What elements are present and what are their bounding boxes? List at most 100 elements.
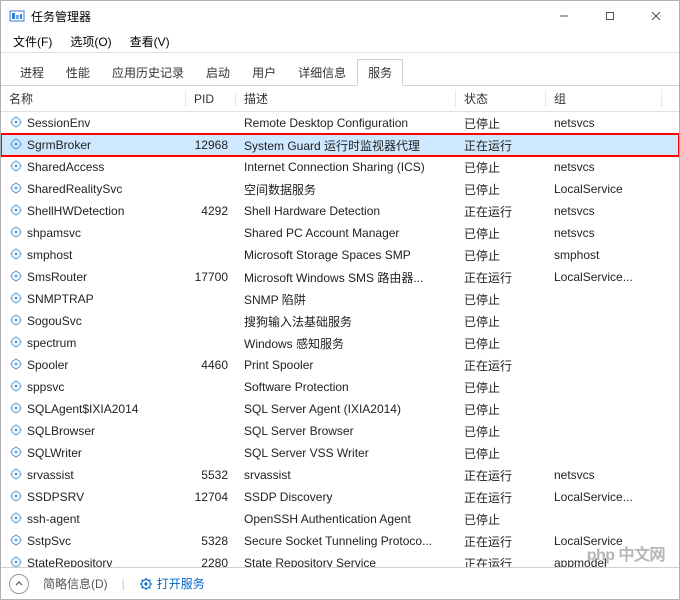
table-row[interactable]: SessionEnvRemote Desktop Configuration已停… (1, 112, 679, 134)
table-row[interactable]: shpamsvcShared PC Account Manager已停止nets… (1, 222, 679, 244)
table-row[interactable]: ssh-agentOpenSSH Authentication Agent已停止 (1, 508, 679, 530)
cell-description: Software Protection (236, 380, 456, 394)
cell-name: ShellHWDetection (1, 203, 186, 220)
table-row[interactable]: ShellHWDetection4292Shell Hardware Detec… (1, 200, 679, 222)
table-row[interactable]: SmsRouter17700Microsoft Windows SMS 路由器.… (1, 266, 679, 288)
column-header-name[interactable]: 名称 (1, 90, 186, 107)
tab-history[interactable]: 应用历史记录 (101, 59, 195, 85)
column-header-description[interactable]: 描述 (236, 90, 456, 107)
maximize-button[interactable] (587, 1, 633, 31)
menubar: 文件(F) 选项(O) 查看(V) (1, 31, 679, 53)
fewer-details-button[interactable] (9, 574, 29, 594)
cell-group: LocalService... (546, 270, 679, 284)
cell-description: Remote Desktop Configuration (236, 116, 456, 130)
cell-status: 正在运行 (456, 203, 546, 220)
cell-group: LocalService... (546, 490, 679, 504)
cell-pid: 12968 (186, 138, 236, 152)
table-row[interactable]: SQLBrowserSQL Server Browser已停止 (1, 420, 679, 442)
table-row[interactable]: SQLWriterSQL Server VSS Writer已停止 (1, 442, 679, 464)
table-row[interactable]: SharedRealitySvc空间数据服务已停止LocalService (1, 178, 679, 200)
cell-pid: 5328 (186, 534, 236, 548)
menu-options[interactable]: 选项(O) (62, 31, 119, 52)
cell-name: SmsRouter (1, 269, 186, 286)
tab-details[interactable]: 详细信息 (287, 59, 357, 85)
cell-description: Microsoft Storage Spaces SMP (236, 248, 456, 262)
column-header-pid[interactable]: PID (186, 92, 236, 106)
menu-view[interactable]: 查看(V) (122, 31, 178, 52)
table-row[interactable]: SSDPSRV12704SSDP Discovery正在运行LocalServi… (1, 486, 679, 508)
service-name: SharedAccess (27, 160, 104, 174)
cell-name: SharedAccess (1, 159, 186, 176)
table-row[interactable]: SogouSvc 搜狗输入法基础服务已停止 (1, 310, 679, 332)
cell-description: SQL Server Agent (IXIA2014) (236, 402, 456, 416)
menu-file[interactable]: 文件(F) (5, 31, 60, 52)
cell-name: SgrmBroker (1, 137, 186, 154)
cell-name: SharedRealitySvc (1, 181, 186, 198)
service-name: SgrmBroker (27, 138, 91, 152)
cell-description: System Guard 运行时监视器代理 (236, 137, 456, 154)
cell-status: 已停止 (456, 401, 546, 418)
service-name: SogouSvc (27, 314, 82, 328)
brief-info-link[interactable]: 简略信息(D) (43, 575, 108, 592)
table-row[interactable]: StateRepository2280State Repository Serv… (1, 552, 679, 567)
cell-group: netsvcs (546, 468, 679, 482)
table-row[interactable]: sppsvcSoftware Protection已停止 (1, 376, 679, 398)
cell-group: smphost (546, 248, 679, 262)
service-icon (9, 555, 23, 568)
cell-status: 正在运行 (456, 357, 546, 374)
table-row[interactable]: SharedAccess Internet Connection Sharing … (1, 156, 679, 178)
cell-description: Microsoft Windows SMS 路由器... (236, 269, 456, 286)
titlebar-left: 任务管理器 (9, 8, 91, 25)
cell-name: spectrum (1, 335, 186, 352)
cell-description: Internet Connection Sharing (ICS) (236, 160, 456, 174)
service-name: SharedRealitySvc (27, 182, 122, 196)
service-icon (9, 313, 23, 330)
table-row[interactable]: srvassist5532srvassist正在运行netsvcs (1, 464, 679, 486)
cell-description: 搜狗输入法基础服务 (236, 313, 456, 330)
cell-status: 已停止 (456, 225, 546, 242)
window-controls (541, 1, 679, 31)
table-row[interactable]: SstpSvc5328Secure Socket Tunneling Proto… (1, 530, 679, 552)
service-icon (9, 357, 23, 374)
tab-performance[interactable]: 性能 (55, 59, 101, 85)
cell-status: 已停止 (456, 313, 546, 330)
service-name: SQLAgent$IXIA2014 (27, 402, 138, 416)
open-services-link[interactable]: 打开服务 (139, 575, 205, 592)
service-name: SessionEnv (27, 116, 90, 130)
cell-name: ssh-agent (1, 511, 186, 528)
column-header-status[interactable]: 状态 (456, 90, 546, 107)
cell-name: srvassist (1, 467, 186, 484)
service-icon (9, 225, 23, 242)
tab-startup[interactable]: 启动 (195, 59, 241, 85)
service-name: Spooler (27, 358, 68, 372)
minimize-button[interactable] (541, 1, 587, 31)
tab-processes[interactable]: 进程 (9, 59, 55, 85)
table-row[interactable]: spectrumWindows 感知服务已停止 (1, 332, 679, 354)
service-name: srvassist (27, 468, 74, 482)
brief-info-label: 简略信息(D) (43, 575, 108, 592)
table-row[interactable]: SNMPTRAPSNMP 陷阱已停止 (1, 288, 679, 310)
cell-description: srvassist (236, 468, 456, 482)
table-row[interactable]: SgrmBroker 12968System Guard 运行时监视器代理正在运行 (1, 134, 679, 156)
cell-pid: 2280 (186, 556, 236, 567)
cell-status: 正在运行 (456, 269, 546, 286)
services-table: 名称 PID 描述 状态 组 SessionEnv Remote Desktop … (1, 86, 679, 567)
cell-name: SQLWriter (1, 445, 186, 462)
service-name: SNMPTRAP (27, 292, 94, 306)
cell-status: 正在运行 (456, 137, 546, 154)
cell-name: smphost (1, 247, 186, 264)
table-row[interactable]: Spooler4460Print Spooler正在运行 (1, 354, 679, 376)
table-rows[interactable]: SessionEnv Remote Desktop Configuration 已停… (1, 112, 679, 567)
cell-status: 已停止 (456, 379, 546, 396)
cell-group: netsvcs (546, 160, 679, 174)
table-row[interactable]: smphostMicrosoft Storage Spaces SMP已停止sm… (1, 244, 679, 266)
table-row[interactable]: SQLAgent$IXIA2014 SQL Server Agent (IXIA2… (1, 398, 679, 420)
cell-pid: 17700 (186, 270, 236, 284)
tab-users[interactable]: 用户 (241, 59, 287, 85)
column-header-group[interactable]: 组 (546, 90, 662, 107)
cell-description: SSDP Discovery (236, 490, 456, 504)
tab-services[interactable]: 服务 (357, 59, 403, 86)
service-icon (9, 159, 23, 176)
close-button[interactable] (633, 1, 679, 31)
cell-status: 已停止 (456, 159, 546, 176)
